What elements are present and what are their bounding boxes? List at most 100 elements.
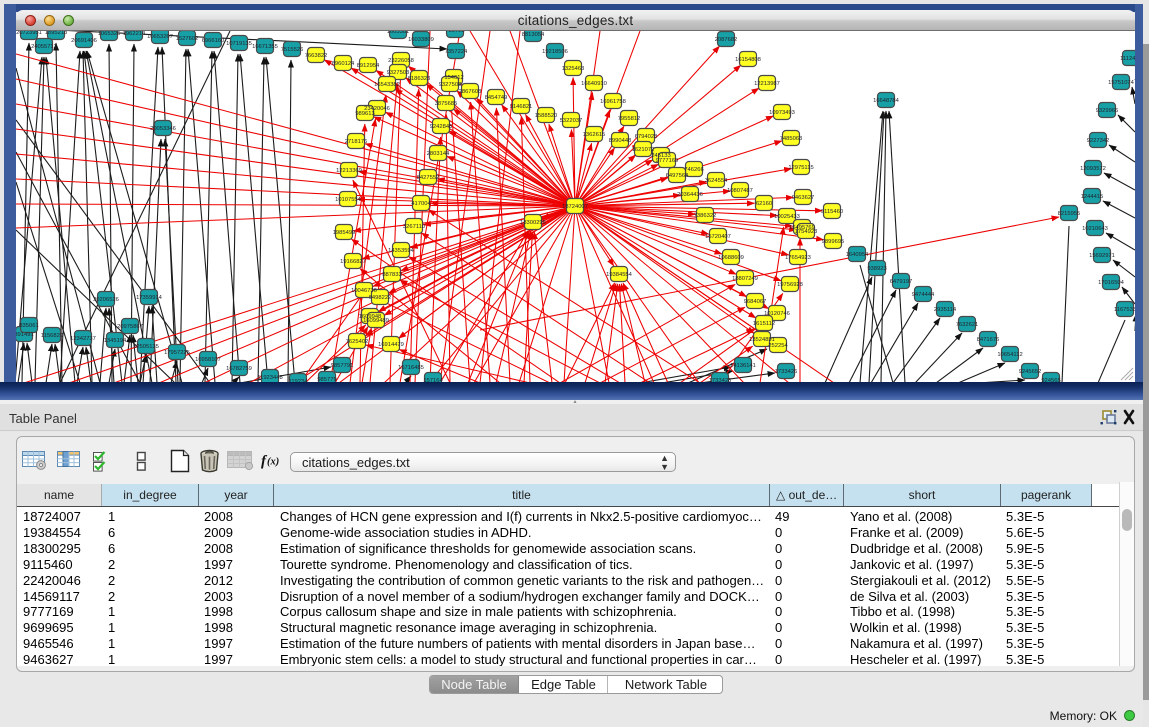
svg-text:9327503: 9327503	[387, 70, 410, 76]
svg-text:15716485: 15716485	[398, 365, 424, 371]
svg-text:2087682: 2087682	[715, 37, 738, 43]
svg-text:12213369: 12213369	[336, 168, 362, 174]
svg-text:2718176: 2718176	[345, 139, 368, 145]
svg-text:10719135: 10719135	[226, 41, 252, 47]
svg-text:8813054: 8813054	[522, 32, 545, 38]
svg-text:20053346: 20053346	[150, 126, 176, 132]
svg-text:18807249: 18807249	[732, 276, 758, 282]
svg-text:15720407: 15720407	[705, 234, 731, 240]
svg-text:19218506: 19218506	[542, 49, 568, 55]
svg-text:1325463: 1325463	[562, 66, 585, 72]
svg-text:10210643: 10210643	[1082, 226, 1108, 232]
svg-text:10653267: 10653267	[147, 34, 173, 40]
svg-text:6794028: 6794028	[635, 134, 658, 140]
svg-text:1156829: 1156829	[41, 333, 63, 339]
svg-text:2803144: 2803144	[427, 151, 450, 157]
svg-text:989613: 989613	[355, 111, 374, 117]
svg-text:10958107: 10958107	[195, 357, 221, 363]
svg-text:17359914: 17359914	[136, 295, 163, 301]
svg-text:9245652: 9245652	[1019, 369, 1042, 375]
svg-text:20364436: 20364436	[677, 192, 703, 198]
svg-text:18724007: 18724007	[562, 204, 588, 210]
svg-text:14353594: 14353594	[388, 248, 415, 254]
svg-text:252254: 252254	[768, 343, 788, 349]
svg-text:1615112: 1615112	[753, 321, 775, 327]
svg-text:14136141: 14136141	[730, 363, 756, 369]
svg-text:10654112: 10654112	[997, 352, 1022, 358]
svg-text:8215955: 8215955	[1058, 211, 1081, 217]
svg-text:7955812: 7955812	[618, 116, 641, 122]
svg-text:11923448: 11923448	[257, 375, 282, 381]
svg-text:7632621: 7632621	[956, 322, 979, 328]
svg-text:6497568: 6497568	[666, 173, 689, 179]
svg-text:7625402: 7625402	[346, 339, 369, 345]
svg-text:10120746: 10120746	[764, 311, 790, 317]
svg-text:9115460: 9115460	[821, 209, 843, 215]
svg-text:16154808: 16154808	[735, 57, 761, 63]
svg-text:8912954: 8912954	[357, 63, 380, 69]
svg-text:1895218: 1895218	[45, 31, 68, 36]
svg-text:16961758: 16961758	[600, 99, 626, 105]
svg-text:1167533: 1167533	[1114, 307, 1135, 313]
svg-text:12975115: 12975115	[788, 165, 813, 171]
svg-text:10046736: 10046736	[351, 288, 377, 294]
svg-text:1065326: 1065326	[98, 31, 121, 37]
svg-text:1588520: 1588520	[535, 113, 558, 119]
svg-text:3624554: 3624554	[705, 178, 728, 184]
svg-text:9498222: 9498222	[369, 295, 392, 301]
svg-text:938923: 938923	[867, 266, 886, 272]
svg-text:19384554: 19384554	[606, 272, 633, 278]
svg-text:10807487: 10807487	[727, 188, 753, 194]
svg-text:154612: 154612	[444, 75, 463, 81]
svg-text:9227342: 9227342	[1087, 138, 1110, 144]
svg-text:735722: 735722	[445, 31, 464, 34]
svg-text:9777169: 9777169	[656, 158, 679, 164]
svg-text:9474444: 9474444	[912, 292, 935, 298]
svg-text:9857791: 9857791	[331, 363, 354, 369]
svg-text:3267110: 3267110	[403, 224, 425, 230]
svg-text:1733426: 1733426	[775, 369, 798, 375]
svg-text:10973493: 10973493	[769, 110, 795, 116]
svg-text:10025433: 10025433	[774, 214, 800, 220]
svg-text:8960124: 8960124	[332, 61, 355, 67]
svg-text:1640954: 1640954	[846, 252, 869, 258]
svg-text:9327508: 9327508	[439, 82, 462, 88]
svg-text:8427552: 8427552	[417, 175, 440, 181]
svg-text:16099489: 16099489	[363, 318, 389, 324]
svg-text:(x): (x)	[267, 457, 279, 468]
svg-text:9329966: 9329966	[1096, 108, 1119, 114]
svg-text:3875685: 3875685	[435, 101, 458, 107]
svg-text:6479197: 6479197	[890, 279, 913, 285]
svg-text:16033809: 16033809	[408, 37, 434, 43]
svg-text:2867608: 2867608	[459, 89, 482, 95]
svg-text:12093572: 12093572	[1080, 166, 1106, 172]
svg-text:16648784: 16648784	[873, 98, 900, 104]
svg-text:8471676: 8471676	[977, 337, 1000, 343]
svg-text:23226058: 23226058	[388, 58, 414, 64]
svg-text:15751074: 15751074	[1108, 80, 1135, 86]
svg-text:18300295: 18300295	[520, 220, 546, 226]
svg-text:19756928: 19756928	[777, 282, 803, 288]
svg-text:8454749: 8454749	[485, 95, 508, 101]
svg-text:7485063: 7485063	[780, 136, 803, 142]
svg-text:887833: 887833	[382, 272, 401, 278]
svg-text:7357224: 7357224	[445, 49, 468, 55]
svg-text:62160: 62160	[756, 201, 772, 207]
svg-text:10107554: 10107554	[335, 197, 362, 203]
svg-text:8186323: 8186323	[408, 76, 431, 82]
svg-text:1112453: 1112453	[1120, 56, 1135, 62]
svg-text:9684067: 9684067	[744, 299, 767, 305]
svg-text:17016504: 17016504	[1098, 280, 1125, 286]
svg-text:1754923: 1754923	[795, 229, 818, 235]
svg-text:2935114: 2935114	[934, 307, 957, 313]
svg-text:20206526: 20206526	[93, 297, 119, 303]
svg-text:1345194: 1345194	[104, 338, 127, 344]
svg-text:19166827: 19166827	[340, 259, 366, 265]
svg-text:7663822: 7663822	[305, 53, 328, 59]
svg-text:20975867: 20975867	[117, 324, 143, 330]
svg-text:391491: 391491	[16, 332, 34, 338]
svg-text:9146821: 9146821	[510, 104, 533, 110]
svg-text:10688609: 10688609	[718, 255, 744, 261]
svg-text:16543382: 16543382	[374, 82, 400, 88]
svg-text:835061: 835061	[19, 323, 38, 329]
